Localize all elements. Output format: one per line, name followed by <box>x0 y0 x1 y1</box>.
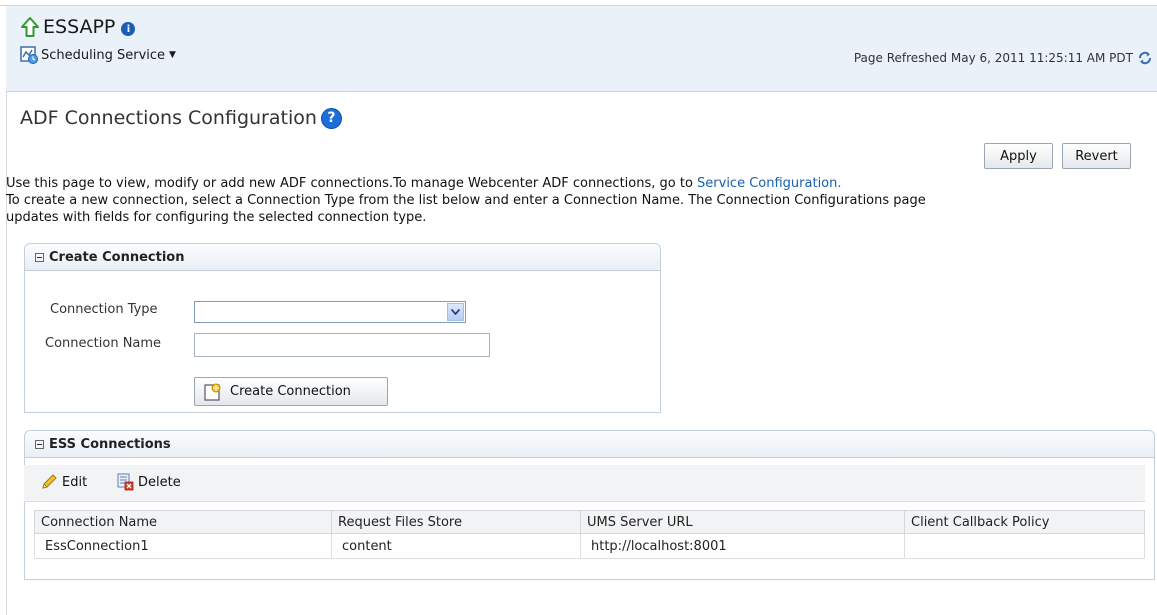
page-refreshed: Page Refreshed May 6, 2011 11:25:11 AM P… <box>854 50 1153 66</box>
ess-connections-header[interactable]: ESS Connections <box>25 431 1154 458</box>
delete-icon <box>117 473 134 491</box>
description-text: Use this page to view, modify or add new… <box>6 176 698 191</box>
table-cell: http://localhost:8001 <box>580 533 905 559</box>
refreshed-text: Page Refreshed May 6, 2011 11:25:11 AM P… <box>853 51 1133 65</box>
refresh-icon[interactable] <box>1137 50 1153 66</box>
table-cell: content <box>331 533 581 559</box>
help-icon[interactable]: ? <box>320 107 342 129</box>
edit-button[interactable]: Edit <box>40 473 87 491</box>
create-connection-button[interactable]: Create Connection <box>194 377 388 406</box>
description-line-2: To create a new connection, select a Con… <box>6 193 926 208</box>
column-header[interactable]: Connection Name <box>34 510 332 534</box>
create-connection-button-label: Create Connection <box>230 384 351 399</box>
pencil-icon <box>42 474 57 489</box>
dropdown-arrow-icon[interactable] <box>447 303 464 321</box>
ess-connections-table: Connection Name Request Files Store UMS … <box>34 510 1145 559</box>
up-arrow-icon[interactable] <box>20 16 40 38</box>
edit-label: Edit <box>62 474 88 490</box>
page-header: ESSAPP i Scheduling Service ▼ Page Refre… <box>6 6 1157 92</box>
connection-name-label: Connection Name <box>45 336 162 351</box>
create-connection-header[interactable]: Create Connection <box>25 244 660 271</box>
column-header[interactable]: Client Callback Policy <box>904 510 1145 534</box>
scheduling-service-icon <box>20 46 38 64</box>
table-cell <box>904 533 1145 559</box>
new-document-icon <box>204 383 221 401</box>
description-line-1: Use this page to view, modify or add new… <box>6 175 1146 192</box>
content-left-border <box>6 92 7 615</box>
table-header-row: Connection Name Request Files Store UMS … <box>34 510 1145 534</box>
description-line-3: updates with fields for configuring the … <box>6 210 427 225</box>
scheduling-service-menu[interactable]: Scheduling Service ▼ <box>20 46 176 64</box>
page-title-text: ADF Connections Configuration <box>20 107 317 129</box>
ess-connections-toolbar: Edit Delete <box>24 465 1145 502</box>
column-header[interactable]: UMS Server URL <box>580 510 905 534</box>
connection-name-input[interactable] <box>194 333 490 357</box>
connection-type-label: Connection Type <box>50 302 158 317</box>
service-configuration-link[interactable]: Service Configuration. <box>697 176 841 191</box>
delete-button[interactable]: Delete <box>116 473 181 491</box>
column-header[interactable]: Request Files Store <box>331 510 581 534</box>
page-title: ADF Connections Configuration ? <box>20 107 342 129</box>
ess-connections-title: ESS Connections <box>49 436 171 452</box>
app-title: ESSAPP i <box>20 16 136 38</box>
revert-button[interactable]: Revert <box>1062 143 1131 169</box>
table-cell: EssConnection1 <box>34 533 332 559</box>
table-row[interactable]: EssConnection1 content http://localhost:… <box>34 533 1145 559</box>
create-connection-title: Create Connection <box>49 249 185 265</box>
app-name: ESSAPP <box>43 16 116 38</box>
delete-label: Delete <box>138 474 181 490</box>
chevron-down-icon: ▼ <box>169 50 176 60</box>
collapse-icon[interactable] <box>35 252 44 262</box>
scheduling-service-label: Scheduling Service <box>41 47 166 63</box>
connection-type-select[interactable] <box>194 301 466 323</box>
apply-button[interactable]: Apply <box>984 143 1053 169</box>
collapse-icon[interactable] <box>35 439 44 449</box>
info-icon[interactable]: i <box>121 22 136 36</box>
